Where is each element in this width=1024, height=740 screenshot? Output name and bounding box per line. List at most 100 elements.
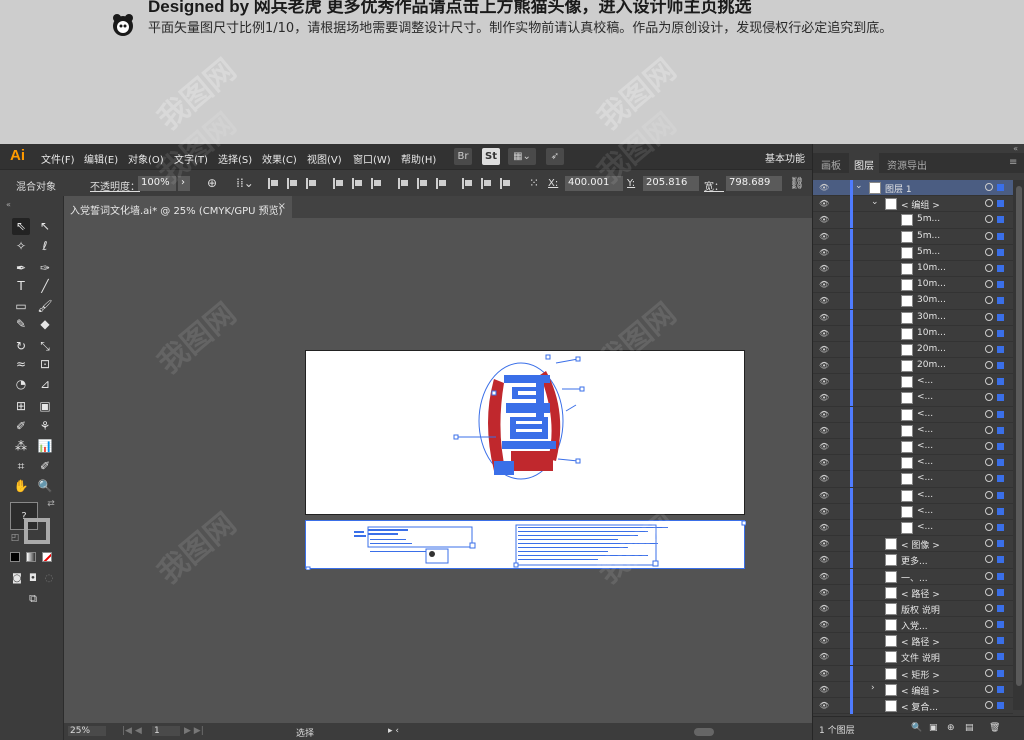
layer-name[interactable]: 10m... xyxy=(917,263,946,273)
selection-square-icon[interactable] xyxy=(997,264,1004,272)
layer-row[interactable]: 👁 < 路径 > xyxy=(813,584,1013,601)
distribute-right-icon[interactable] xyxy=(500,178,511,189)
free-transform-tool-icon[interactable]: ⊡ xyxy=(36,356,54,373)
symbol-sprayer-tool-icon[interactable]: ⁂ xyxy=(12,438,30,455)
layer-row[interactable]: 👁 入党... xyxy=(813,617,1013,634)
tab-layers[interactable]: 图层 xyxy=(849,153,879,173)
opacity-input[interactable]: 100% xyxy=(138,176,176,191)
layer-name[interactable]: 图层 1 xyxy=(885,182,912,195)
layer-row[interactable]: 👁 <... xyxy=(813,390,1013,407)
layer-row[interactable]: 👁 更多... xyxy=(813,552,1013,569)
x-input[interactable]: 400.001 xyxy=(565,176,623,191)
selection-square-icon[interactable] xyxy=(997,604,1004,612)
target-circle-icon[interactable] xyxy=(985,474,993,483)
selection-square-icon[interactable] xyxy=(997,653,1004,661)
layer-name[interactable]: < 路径 > xyxy=(901,587,940,600)
draw-inside-icon[interactable]: ◌ xyxy=(40,570,58,587)
visibility-eye-icon[interactable]: 👁 xyxy=(819,669,829,678)
selection-square-icon[interactable] xyxy=(997,394,1004,402)
visibility-eye-icon[interactable]: 👁 xyxy=(819,345,829,354)
opacity-dropdown-icon[interactable]: › xyxy=(178,176,190,191)
layer-row[interactable]: 👁 20m... xyxy=(813,358,1013,375)
target-circle-icon[interactable] xyxy=(985,506,993,515)
layer-row[interactable]: 👁 < 复合... xyxy=(813,698,1013,715)
layer-name[interactable]: 10m... xyxy=(917,279,946,289)
layer-name[interactable]: 更多... xyxy=(901,554,928,567)
selection-square-icon[interactable] xyxy=(997,362,1004,370)
menu-effect[interactable]: 效果(C) xyxy=(262,151,297,166)
selection-square-icon[interactable] xyxy=(997,297,1004,305)
target-circle-icon[interactable] xyxy=(985,344,993,353)
layer-name[interactable]: <... xyxy=(917,473,933,483)
target-circle-icon[interactable] xyxy=(985,539,993,548)
clipping-mask-icon[interactable]: ▣ xyxy=(929,723,938,733)
target-circle-icon[interactable] xyxy=(985,409,993,418)
selection-square-icon[interactable] xyxy=(997,491,1004,499)
visibility-eye-icon[interactable]: 👁 xyxy=(819,523,829,532)
visibility-eye-icon[interactable]: 👁 xyxy=(819,620,829,629)
layer-name[interactable]: 10m... xyxy=(917,328,946,338)
selection-square-icon[interactable] xyxy=(997,443,1004,450)
layer-row[interactable]: 👁 10m... xyxy=(813,260,1013,278)
visibility-eye-icon[interactable]: 👁 xyxy=(819,215,829,224)
layer-name[interactable]: <... xyxy=(917,392,933,402)
gpu-performance-icon[interactable]: ➶ xyxy=(546,148,564,165)
visibility-eye-icon[interactable]: 👁 xyxy=(819,410,829,419)
scale-tool-icon[interactable]: ⤡ xyxy=(36,338,54,355)
visibility-eye-icon[interactable]: 👁 xyxy=(819,555,829,564)
distribute-middle-icon[interactable] xyxy=(417,178,428,189)
target-circle-icon[interactable] xyxy=(985,442,993,450)
hand-tool-icon[interactable]: ✋ xyxy=(12,478,30,495)
close-tab-icon[interactable]: × xyxy=(278,201,286,212)
document-tab[interactable]: 入党誓词文化墙.ai* @ 25% (CMYK/GPU 预览) × xyxy=(64,196,292,218)
layer-row[interactable]: 👁 版权 说明 xyxy=(813,600,1013,618)
transform-grid-icon[interactable]: ⁞⁞⌄ xyxy=(234,175,256,192)
layer-row[interactable]: 👁 <... xyxy=(813,519,1013,537)
selection-square-icon[interactable] xyxy=(997,200,1004,208)
layer-row[interactable]: 👁 <... xyxy=(813,503,1013,520)
first-page-icon[interactable]: |◀ ◀ xyxy=(122,726,142,736)
shape-builder-tool-icon[interactable]: ◔ xyxy=(12,376,30,393)
menu-select[interactable]: 选择(S) xyxy=(218,151,252,166)
selection-square-icon[interactable] xyxy=(997,232,1004,240)
menu-file[interactable]: 文件(F) xyxy=(41,151,75,166)
layer-row[interactable]: 👁 <... xyxy=(813,406,1013,423)
visibility-eye-icon[interactable]: 👁 xyxy=(819,280,829,289)
layer-name[interactable]: <... xyxy=(917,490,933,500)
target-circle-icon[interactable] xyxy=(985,247,993,256)
layer-name[interactable]: <... xyxy=(917,506,933,516)
layer-row[interactable]: 👁 一、... xyxy=(813,568,1013,585)
target-circle-icon[interactable] xyxy=(985,361,993,370)
blend-tool-icon[interactable]: ⚘ xyxy=(36,418,54,435)
distribute-top-icon[interactable] xyxy=(398,178,409,189)
layer-name[interactable]: 入党... xyxy=(901,619,928,632)
menu-object[interactable]: 对象(O) xyxy=(128,151,164,166)
selection-square-icon[interactable] xyxy=(997,248,1004,256)
perspective-grid-tool-icon[interactable]: ⊿ xyxy=(36,376,54,393)
layer-name[interactable]: 5m... xyxy=(917,247,940,257)
line-tool-icon[interactable]: ╱ xyxy=(36,278,54,295)
layer-row[interactable]: 👁 <... xyxy=(813,439,1013,456)
layer-row[interactable]: 👁 10m... xyxy=(813,277,1013,294)
visibility-eye-icon[interactable]: 👁 xyxy=(819,248,829,257)
layer-row[interactable]: 👁 <... xyxy=(813,422,1013,439)
align-middle-icon[interactable] xyxy=(352,178,363,189)
selection-square-icon[interactable] xyxy=(997,588,1004,596)
selection-square-icon[interactable] xyxy=(997,637,1004,645)
visibility-eye-icon[interactable]: 👁 xyxy=(819,588,829,597)
layer-name[interactable]: < 编组 > xyxy=(901,198,940,211)
target-circle-icon[interactable] xyxy=(985,522,993,531)
curvature-tool-icon[interactable]: ✑ xyxy=(36,260,54,277)
next-page-icon[interactable]: ▶ ▶| xyxy=(184,726,204,736)
target-circle-icon[interactable] xyxy=(985,328,993,337)
visibility-eye-icon[interactable]: 👁 xyxy=(819,652,829,661)
eraser-tool-icon[interactable]: ◆ xyxy=(36,316,54,333)
layer-name[interactable]: 文件 说明 xyxy=(901,651,940,664)
distribute-hcenter-icon[interactable] xyxy=(481,178,492,189)
align-top-icon[interactable] xyxy=(333,178,344,189)
canvas[interactable] xyxy=(64,218,812,723)
horizontal-scrollbar[interactable] xyxy=(694,728,714,736)
rectangle-tool-icon[interactable]: ▭ xyxy=(12,298,30,315)
artboard-notes[interactable] xyxy=(305,520,746,570)
page-number[interactable]: 1 xyxy=(152,726,180,736)
